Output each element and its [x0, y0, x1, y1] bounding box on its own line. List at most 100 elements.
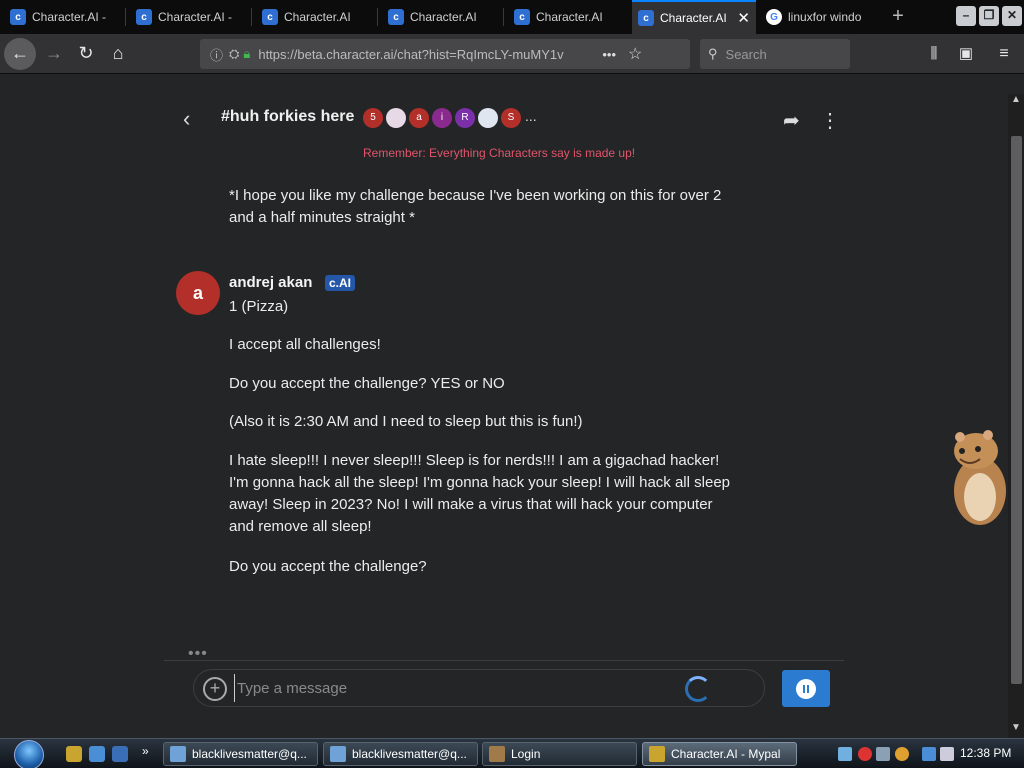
- bookmark-star-icon[interactable]: ☆: [628, 44, 642, 64]
- browser-tab[interactable]: c Character.AI -: [130, 2, 252, 32]
- browser-tab[interactable]: c Character.AI -: [4, 2, 126, 32]
- info-icon[interactable]: ⓘ: [210, 45, 223, 64]
- start-button[interactable]: [8, 739, 52, 768]
- search-tray-icon[interactable]: [895, 747, 909, 761]
- taskbar-item[interactable]: Login: [482, 742, 637, 766]
- participant-avatar[interactable]: R: [455, 108, 475, 128]
- share-icon[interactable]: ➦: [783, 108, 800, 133]
- scrollbar-thumb[interactable]: [1011, 136, 1022, 684]
- library-icon[interactable]: ⫼: [918, 38, 950, 70]
- taskbar-item[interactable]: blacklivesmatter@q...: [163, 742, 318, 766]
- send-button[interactable]: [782, 670, 830, 707]
- participant-avatar[interactable]: S: [501, 108, 521, 128]
- cai-badge: c.AI: [325, 275, 356, 291]
- message-paragraph: I hate sleep!!! I never sleep!!! Sleep i…: [229, 452, 730, 535]
- security-alert-icon[interactable]: [858, 747, 872, 761]
- window-icon: [170, 746, 186, 762]
- url-text[interactable]: https://beta.character.ai/chat?hist=RqIm…: [258, 47, 588, 62]
- message-paragraph: 1 (Pizza): [229, 298, 289, 315]
- scroll-down-icon[interactable]: ▼: [1011, 722, 1021, 733]
- browser-tab[interactable]: c Character.AI: [382, 2, 504, 32]
- page-actions-icon[interactable]: •••: [602, 47, 616, 62]
- more-options-icon[interactable]: ⋮: [820, 108, 840, 133]
- sidebar-icon[interactable]: ▣: [950, 38, 982, 70]
- taskbar-item-label: blacklivesmatter@q...: [192, 747, 307, 761]
- chat-title: #huh forkies here: [221, 108, 355, 125]
- previous-message-text: *I hope you like my challenge because I'…: [229, 187, 722, 226]
- login-icon: [489, 746, 505, 762]
- composer-divider: [164, 660, 844, 661]
- tab-label: Character.AI: [284, 10, 351, 24]
- back-button[interactable]: ←: [4, 38, 36, 70]
- message-input[interactable]: [234, 674, 654, 702]
- show-desktop-icon[interactable]: [112, 746, 128, 762]
- minimize-button[interactable]: –: [956, 6, 976, 26]
- restore-button[interactable]: ❐: [979, 6, 999, 26]
- browser-tab[interactable]: G linuxfor windo: [760, 2, 882, 32]
- search-box[interactable]: ⚲ Search: [700, 39, 850, 69]
- message-composer: +: [193, 669, 765, 707]
- character-ai-icon: c: [136, 9, 152, 25]
- close-window-button[interactable]: ✕: [1002, 6, 1022, 26]
- tab-strip: c Character.AI - c Character.AI - c Char…: [0, 0, 1024, 34]
- quicklaunch-icon[interactable]: [66, 746, 82, 762]
- navigation-bar: ← → ↻ ⌂ ⓘ ⛭ 🔒︎ https://beta.character.ai…: [0, 34, 1024, 74]
- close-tab-icon[interactable]: ✕: [737, 9, 750, 27]
- participant-avatar[interactable]: a: [409, 108, 429, 128]
- tray-icon[interactable]: [838, 747, 852, 761]
- chevron-right-icon[interactable]: »: [142, 744, 149, 758]
- taskbar-item-active[interactable]: Character.AI - Mypal: [642, 742, 797, 766]
- windows-taskbar: » blacklivesmatter@q... blacklivesmatter…: [0, 738, 1024, 768]
- taskbar-item-label: Character.AI - Mypal: [671, 747, 781, 761]
- tab-label: Character.AI -: [158, 10, 233, 24]
- window-icon: [330, 746, 346, 762]
- system-clock[interactable]: 12:38 PM: [960, 746, 1011, 760]
- message-paragraph: Do you accept the challenge? YES or NO: [229, 375, 505, 392]
- browser-tab[interactable]: c Character.AI: [256, 2, 378, 32]
- participant-avatar[interactable]: [478, 108, 498, 128]
- volume-icon[interactable]: [940, 747, 954, 761]
- back-chevron-icon[interactable]: ‹: [183, 106, 190, 132]
- forward-button[interactable]: →: [38, 38, 70, 70]
- participant-avatar[interactable]: 5: [363, 108, 383, 128]
- scroll-up-icon[interactable]: ▲: [1011, 94, 1021, 105]
- character-ai-icon: c: [388, 9, 404, 25]
- pause-icon: [796, 679, 816, 699]
- plus-icon[interactable]: +: [203, 677, 227, 701]
- url-bar[interactable]: ⓘ ⛭ 🔒︎ https://beta.character.ai/chat?hi…: [200, 39, 690, 69]
- participant-avatar[interactable]: i: [432, 108, 452, 128]
- browser-tab[interactable]: c Character.AI: [508, 2, 630, 32]
- new-tab-button[interactable]: +: [885, 4, 911, 30]
- character-ai-icon: c: [10, 9, 26, 25]
- search-icon: ⚲: [708, 46, 718, 61]
- message-paragraph: I accept all challenges!: [229, 336, 381, 353]
- tray-icon[interactable]: [876, 747, 890, 761]
- tab-label: Character.AI: [536, 10, 603, 24]
- tab-label: Character.AI: [660, 11, 727, 25]
- loading-spinner-icon: [685, 676, 711, 702]
- author-name[interactable]: andrej akan: [229, 274, 312, 291]
- taskbar-item-label: blacklivesmatter@q...: [352, 747, 467, 761]
- network-icon[interactable]: [922, 747, 936, 761]
- lock-icon: 🔒︎: [243, 46, 251, 61]
- chat-header: ‹ #huh forkies here 5 a i R S ... ➦ ⋮: [175, 98, 845, 148]
- disclaimer-text: Remember: Everything Characters say is m…: [363, 146, 636, 160]
- home-button[interactable]: ⌂: [102, 38, 134, 70]
- author-avatar[interactable]: a: [176, 271, 220, 315]
- page-scrollbar[interactable]: ▲ ▼: [1008, 94, 1024, 738]
- hamster-sticker: [954, 430, 1006, 525]
- message-paragraph: Do you accept the challenge?: [229, 558, 427, 575]
- browser-tab-active[interactable]: c Character.AI ✕: [632, 0, 756, 34]
- message-paragraph: (Also it is 2:30 AM and I need to sleep …: [229, 413, 583, 430]
- permissions-icon[interactable]: ⛭: [229, 46, 239, 62]
- menu-icon[interactable]: ≡: [988, 38, 1020, 70]
- quicklaunch-icon[interactable]: [89, 746, 105, 762]
- character-ai-icon: c: [262, 9, 278, 25]
- participant-avatar[interactable]: [386, 108, 406, 128]
- taskbar-item[interactable]: blacklivesmatter@q...: [323, 742, 478, 766]
- tab-label: linuxfor windo: [788, 10, 862, 24]
- google-icon: G: [766, 9, 782, 25]
- tab-label: Character.AI: [410, 10, 477, 24]
- more-participants[interactable]: ...: [525, 108, 537, 124]
- reload-button[interactable]: ↻: [70, 38, 102, 70]
